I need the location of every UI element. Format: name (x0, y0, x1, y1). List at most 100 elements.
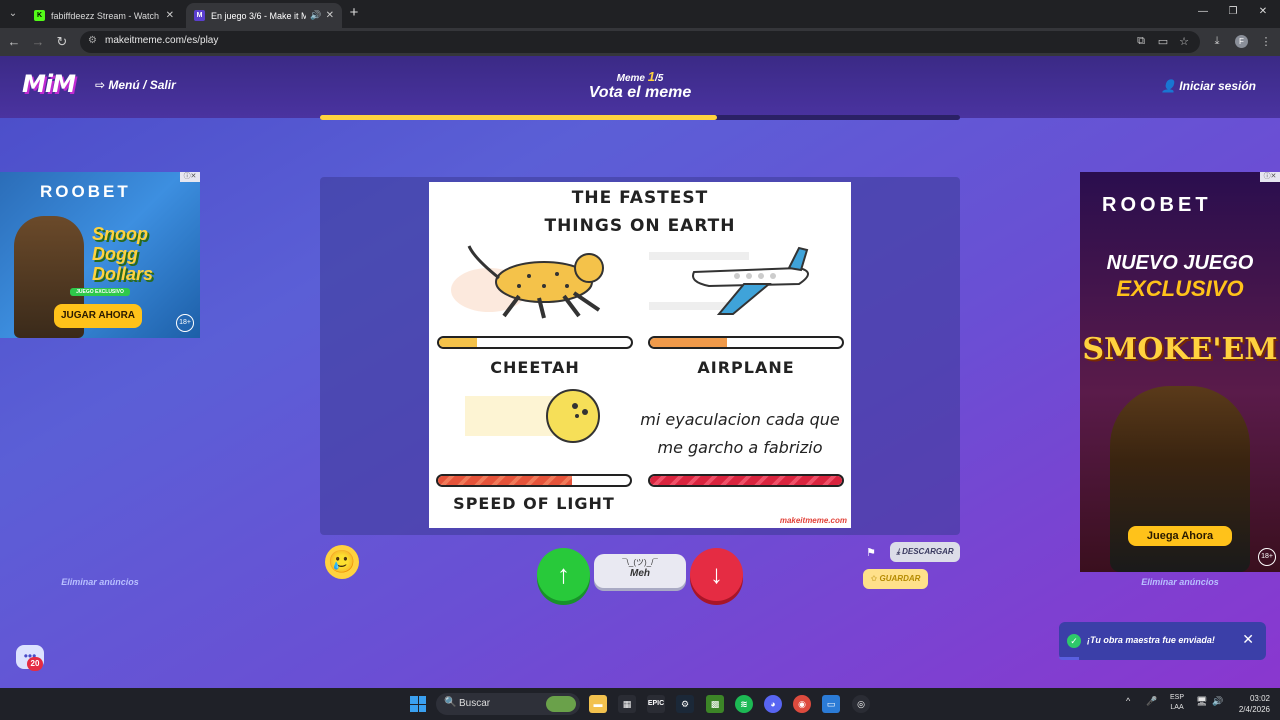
meme-caption: mi eyaculacion cada que me garcho a fabr… (640, 406, 840, 462)
download-icon[interactable]: ⤓ (1210, 35, 1224, 48)
tab-active[interactable]: M En juego 3/6 - Make it Meme 🔊 ✕ (186, 3, 342, 28)
ad-info-icon[interactable]: ⓘ✕ (1260, 172, 1280, 182)
caption-line2: me garcho a fabrizio (657, 438, 823, 457)
save-button[interactable]: ✩ GUARDAR (863, 569, 928, 589)
caption-speed-bar (648, 474, 844, 487)
discord-icon[interactable]: ◕ (764, 695, 782, 713)
download-button[interactable]: ⤓ DESCARGAR (890, 542, 960, 562)
spotify-icon[interactable]: ≋ (735, 695, 753, 713)
ad-game-title: Snoop Dogg Dollars (92, 224, 154, 284)
user-icon: 👤 (1161, 79, 1180, 93)
ad-left[interactable]: ⓘ✕ ROOBET Snoop Dogg Dollars JUEGO EXCLU… (0, 172, 200, 338)
bookmark-star-icon[interactable]: ☆ (1177, 35, 1191, 48)
ad-cta-button[interactable]: JUGAR AHORA (54, 304, 142, 328)
meme-current: 1 (647, 69, 656, 84)
speed-of-light-label: SPEED OF LIGHT (453, 494, 615, 513)
obs-icon[interactable]: ◎ (852, 695, 870, 713)
terminal-icon[interactable]: ▭ (822, 695, 840, 713)
menu-kebab-icon[interactable]: ⋮ (1259, 35, 1273, 48)
taskbar-clock[interactable]: 03:02 2/4/2026 (1230, 693, 1270, 715)
shrug-text: ¯\_(ツ)_/¯ (622, 558, 658, 567)
arrow-down-icon: ↓ (710, 559, 723, 589)
toast-notification: ✓ ¡Tu obra maestra fue enviada! ✕ (1059, 622, 1266, 660)
windows-taskbar: 🔍 Buscar ▬ ▦ EPIC ⚙ ▩ ≋ ◕ ◉ ▭ ◎ ^ 🎤 ESP … (0, 688, 1280, 720)
meme-counter: Meme 1/5 (540, 69, 740, 84)
meme-title-line1: THE FASTEST (571, 188, 709, 208)
save-label: GUARDAR (879, 574, 921, 583)
speed-of-light-bar (436, 474, 632, 487)
upvote-button[interactable]: ↑ (537, 548, 590, 601)
language-indicator[interactable]: ESP LAA (1170, 693, 1184, 713)
minecraft-icon[interactable]: ▩ (706, 695, 724, 713)
meme-image: THE FASTEST THINGS ON EARTH CHEETAH AIRP… (429, 182, 851, 528)
site-info-icon[interactable]: ⚙ (88, 35, 97, 46)
download-label: DESCARGAR (902, 547, 954, 556)
speaker-icon[interactable]: 🔊 (310, 10, 321, 21)
new-tab-button[interactable]: + (346, 5, 362, 21)
volume-icon[interactable]: 🔊 (1212, 696, 1223, 707)
reload-icon[interactable]: ↻ (54, 34, 70, 50)
downvote-button[interactable]: ↓ (690, 548, 743, 601)
browser-toolbar: ← → ↻ ⚙ makeitmeme.com/es/play ⧉ ▭ ☆ ⤓ ⋮ (0, 28, 1280, 56)
speed-of-light-fill (438, 476, 573, 485)
taskbar-search[interactable]: 🔍 Buscar (436, 693, 580, 715)
close-tab-icon[interactable]: ✕ (166, 10, 174, 21)
site-logo[interactable]: MiM (22, 70, 76, 98)
cheetah-illustration (451, 245, 604, 319)
report-flag-icon[interactable]: ⚑ (866, 546, 876, 559)
translate-icon[interactable]: ⧉ (1134, 35, 1148, 48)
tray-chevron-icon[interactable]: ^ (1126, 696, 1130, 706)
remove-ads-link[interactable]: Eliminar anúncios (0, 577, 200, 587)
menu-exit-link[interactable]: ⇨ Menú / Salir (95, 78, 176, 92)
ad-tag: JUEGO EXCLUSIVO (70, 288, 130, 296)
close-tab-icon[interactable]: ✕ (326, 10, 334, 21)
browser-tab-bar: ⌄ K fabiffdeezz Stream - Watch Live ✕ M … (0, 0, 1280, 28)
chrome-icon[interactable]: ◉ (793, 695, 811, 713)
remove-ads-link[interactable]: Eliminar anúncios (1080, 577, 1280, 587)
restore-icon[interactable]: ❐ (1226, 6, 1240, 17)
airplane-speed-bar (648, 336, 844, 349)
close-window-icon[interactable]: ✕ (1256, 6, 1270, 17)
epic-games-icon[interactable]: EPIC (647, 695, 665, 713)
round-progress-fill (320, 115, 717, 120)
forward-icon[interactable]: → (30, 34, 46, 50)
meh-label: Meh (630, 568, 650, 579)
file-explorer-icon[interactable]: ▬ (589, 695, 607, 713)
meme-total: /5 (655, 73, 664, 84)
back-icon[interactable]: ← (6, 34, 22, 50)
exit-icon: ⇨ (95, 78, 109, 92)
tab-search-chevron-icon[interactable]: ⌄ (4, 5, 22, 23)
ad-cta-button[interactable]: Juega Ahora (1128, 526, 1232, 546)
meh-button[interactable]: ¯\_(ツ)_/¯ Meh (594, 554, 686, 588)
taskbar-search-label: Buscar (459, 698, 491, 709)
profile-avatar[interactable]: F (1235, 35, 1248, 48)
tab-inactive[interactable]: K fabiffdeezz Stream - Watch Live ✕ (26, 3, 182, 28)
page-title: Vota el meme (588, 84, 692, 101)
windows-start-icon[interactable] (410, 696, 426, 712)
toast-message: ¡Tu obra maestra fue enviada! (1087, 635, 1215, 645)
light-ball-illustration (465, 389, 600, 443)
toast-close-icon[interactable]: ✕ (1242, 631, 1254, 648)
ad-headline-2: EXCLUSIVO (1116, 276, 1244, 301)
cheetah-label: CHEETAH (490, 358, 580, 377)
menu-exit-label: Menú / Salir (108, 78, 176, 92)
ad-brand: ROOBET (40, 182, 131, 201)
meme-watermark: makeitmeme.com (779, 516, 847, 525)
chat-unread-badge: 20 (27, 657, 43, 671)
ad-right[interactable]: ⓘ✕ ROOBET NUEVO JUEGO EXCLUSIVO SMOKE'EM… (1080, 172, 1280, 572)
check-icon: ✓ (1067, 634, 1081, 648)
meme-prefix: Meme (616, 73, 645, 84)
store-icon[interactable]: ▦ (618, 695, 636, 713)
minimize-icon[interactable]: — (1196, 6, 1210, 17)
cast-icon[interactable]: ▭ (1156, 35, 1170, 48)
address-bar[interactable]: ⚙ makeitmeme.com/es/play (80, 31, 1200, 53)
steam-icon[interactable]: ⚙ (676, 695, 694, 713)
network-icon[interactable]: 🖥 (1196, 696, 1207, 707)
microphone-icon[interactable]: 🎤 (1146, 696, 1157, 707)
ad-info-icon[interactable]: ⓘ✕ (180, 172, 200, 182)
emoji-reaction-button[interactable]: 🥲 (325, 545, 359, 579)
tab-title: En juego 3/6 - Make it Meme (211, 10, 307, 21)
url-text: makeitmeme.com/es/play (105, 35, 219, 46)
login-link[interactable]: 👤 Iniciar sesión (1161, 79, 1256, 93)
arrow-up-icon: ↑ (557, 559, 570, 589)
